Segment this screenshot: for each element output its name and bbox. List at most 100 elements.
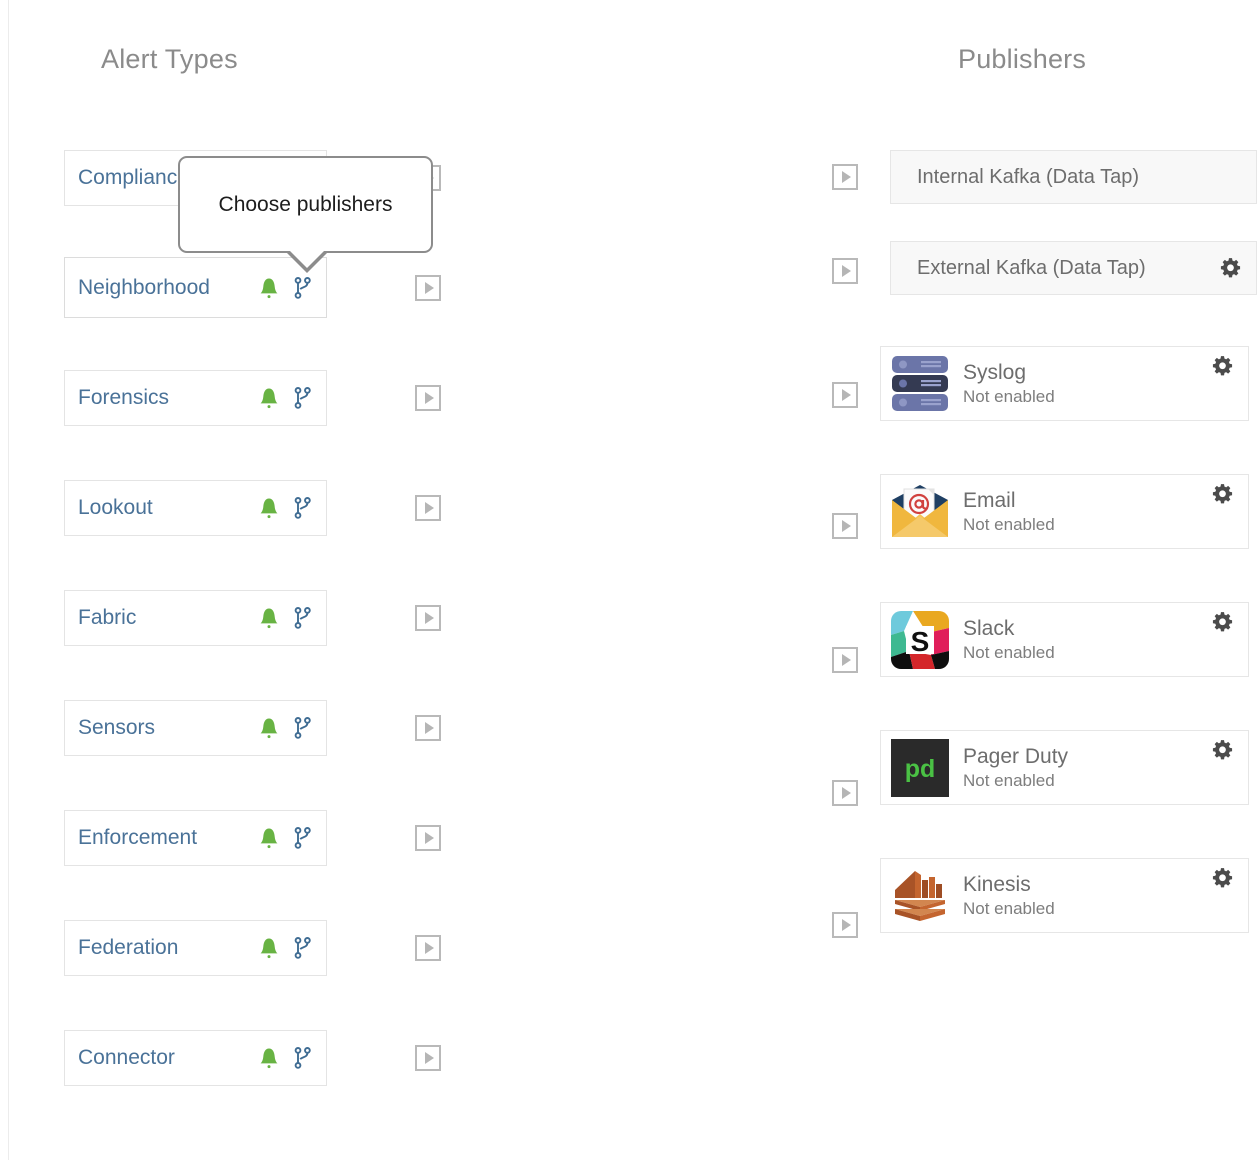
alert-type-box[interactable]: Federation bbox=[64, 920, 327, 976]
publisher-name: Kinesis bbox=[963, 874, 1211, 895]
publisher-settings-button[interactable] bbox=[1219, 257, 1242, 280]
alert-type-box[interactable]: Connector bbox=[64, 1030, 327, 1086]
branch-icon-svg bbox=[293, 497, 312, 519]
alert-type-expand-button[interactable] bbox=[415, 715, 441, 741]
alert-type-box[interactable]: Fabric bbox=[64, 590, 327, 646]
syslog-logo bbox=[889, 353, 951, 415]
alert-type-icons bbox=[259, 937, 316, 959]
branch-icon-svg bbox=[293, 607, 312, 629]
alert-type-row: Connector bbox=[64, 1030, 394, 1140]
play-icon bbox=[842, 520, 851, 532]
branch-icon[interactable] bbox=[293, 387, 312, 409]
branch-icon-svg bbox=[293, 717, 312, 739]
choose-publishers-tooltip: Choose publishers bbox=[178, 156, 433, 253]
bell-icon[interactable] bbox=[259, 497, 279, 519]
bell-icon-svg bbox=[259, 1047, 279, 1069]
branch-icon[interactable] bbox=[293, 717, 312, 739]
alert-type-expand-button[interactable] bbox=[415, 935, 441, 961]
publisher-settings-button[interactable] bbox=[1211, 867, 1234, 890]
publisher-name: External Kafka (Data Tap) bbox=[917, 257, 1219, 280]
play-icon bbox=[425, 832, 434, 844]
alert-type-expand-button[interactable] bbox=[415, 385, 441, 411]
branch-icon[interactable] bbox=[293, 1047, 312, 1069]
publisher-status: Not enabled bbox=[963, 772, 1211, 789]
publisher-expand-button[interactable] bbox=[832, 513, 858, 539]
publisher-expand-button[interactable] bbox=[832, 382, 858, 408]
branch-icon[interactable] bbox=[293, 937, 312, 959]
bell-icon[interactable] bbox=[259, 827, 279, 849]
branch-icon[interactable] bbox=[293, 497, 312, 519]
bell-icon[interactable] bbox=[259, 717, 279, 739]
publisher-card[interactable]: Internal Kafka (Data Tap) bbox=[890, 150, 1257, 204]
syslog-logo-svg bbox=[891, 354, 949, 414]
publisher-text: SyslogNot enabled bbox=[963, 362, 1211, 405]
bell-icon[interactable] bbox=[259, 607, 279, 629]
publisher-card[interactable]: External Kafka (Data Tap) bbox=[890, 241, 1257, 295]
play-icon bbox=[842, 919, 851, 931]
alert-type-icons bbox=[259, 497, 316, 519]
alert-type-box[interactable]: Sensors bbox=[64, 700, 327, 756]
alert-type-label: Enforcement bbox=[78, 826, 259, 850]
alert-type-expand-button[interactable] bbox=[415, 275, 441, 301]
alert-type-row: Enforcement bbox=[64, 810, 394, 920]
publisher-settings-button[interactable] bbox=[1211, 483, 1234, 506]
publisher-expand-button[interactable] bbox=[832, 780, 858, 806]
alert-type-label: Lookout bbox=[78, 496, 259, 520]
publisher-card[interactable]: S SlackNot enabled bbox=[880, 602, 1249, 677]
bell-icon[interactable] bbox=[259, 277, 279, 299]
publisher-text: Pager DutyNot enabled bbox=[963, 746, 1211, 789]
publisher-expand-button[interactable] bbox=[832, 164, 858, 190]
alert-type-expand-button[interactable] bbox=[415, 1045, 441, 1071]
alert-type-box[interactable]: Enforcement bbox=[64, 810, 327, 866]
bell-icon[interactable] bbox=[259, 937, 279, 959]
alert-type-label: Connector bbox=[78, 1046, 259, 1070]
slack-logo-svg: S bbox=[891, 611, 949, 669]
publisher-settings-button[interactable] bbox=[1211, 355, 1234, 378]
play-icon bbox=[425, 942, 434, 954]
branch-icon[interactable] bbox=[293, 827, 312, 849]
alert-type-row: Federation bbox=[64, 920, 394, 1030]
bell-icon[interactable] bbox=[259, 1047, 279, 1069]
alert-type-label: Forensics bbox=[78, 386, 259, 410]
publisher-card[interactable]: EmailNot enabled bbox=[880, 474, 1249, 549]
publisher-expand-button[interactable] bbox=[832, 912, 858, 938]
alert-type-box[interactable]: Forensics bbox=[64, 370, 327, 426]
publisher-text: EmailNot enabled bbox=[963, 490, 1211, 533]
alert-type-expand-button[interactable] bbox=[415, 495, 441, 521]
pagerduty-logo: pd bbox=[889, 737, 951, 799]
publisher-expand-button[interactable] bbox=[832, 647, 858, 673]
gear-icon-svg bbox=[1211, 611, 1234, 634]
tooltip-text: Choose publishers bbox=[219, 193, 393, 217]
publisher-name: Internal Kafka (Data Tap) bbox=[917, 166, 1242, 189]
bell-icon[interactable] bbox=[259, 387, 279, 409]
alert-type-box[interactable]: Lookout bbox=[64, 480, 327, 536]
bell-icon-svg bbox=[259, 277, 279, 299]
publisher-name: Email bbox=[963, 490, 1211, 511]
play-icon bbox=[842, 171, 851, 183]
bell-icon-svg bbox=[259, 497, 279, 519]
publishers-list: Internal Kafka (Data Tap) External Kafka … bbox=[832, 150, 1257, 950]
bell-icon-svg bbox=[259, 827, 279, 849]
gear-icon-svg bbox=[1211, 355, 1234, 378]
publisher-card[interactable]: SyslogNot enabled bbox=[880, 346, 1249, 421]
alert-type-expand-button[interactable] bbox=[415, 825, 441, 851]
alert-type-label: Sensors bbox=[78, 716, 259, 740]
alert-type-expand-button[interactable] bbox=[415, 605, 441, 631]
branch-icon[interactable] bbox=[293, 607, 312, 629]
alert-type-row: Neighborhood bbox=[64, 260, 394, 370]
alert-type-row: Fabric bbox=[64, 590, 394, 700]
publisher-expand-button[interactable] bbox=[832, 258, 858, 284]
publishers-heading: Publishers bbox=[958, 44, 1086, 75]
publisher-settings-button[interactable] bbox=[1211, 739, 1234, 762]
publisher-card[interactable]: pd Pager DutyNot enabled bbox=[880, 730, 1249, 805]
gear-icon-svg bbox=[1211, 483, 1234, 506]
bell-icon-svg bbox=[259, 387, 279, 409]
publisher-mapping-page: Alert Types Publishers ComplianceNeighbo… bbox=[0, 0, 1257, 1160]
bell-icon-svg bbox=[259, 937, 279, 959]
bell-icon-svg bbox=[259, 607, 279, 629]
publisher-card[interactable]: KinesisNot enabled bbox=[880, 858, 1249, 933]
branch-icon[interactable] bbox=[293, 277, 312, 299]
publisher-text: SlackNot enabled bbox=[963, 618, 1211, 661]
left-rail-divider bbox=[8, 0, 9, 1160]
publisher-settings-button[interactable] bbox=[1211, 611, 1234, 634]
